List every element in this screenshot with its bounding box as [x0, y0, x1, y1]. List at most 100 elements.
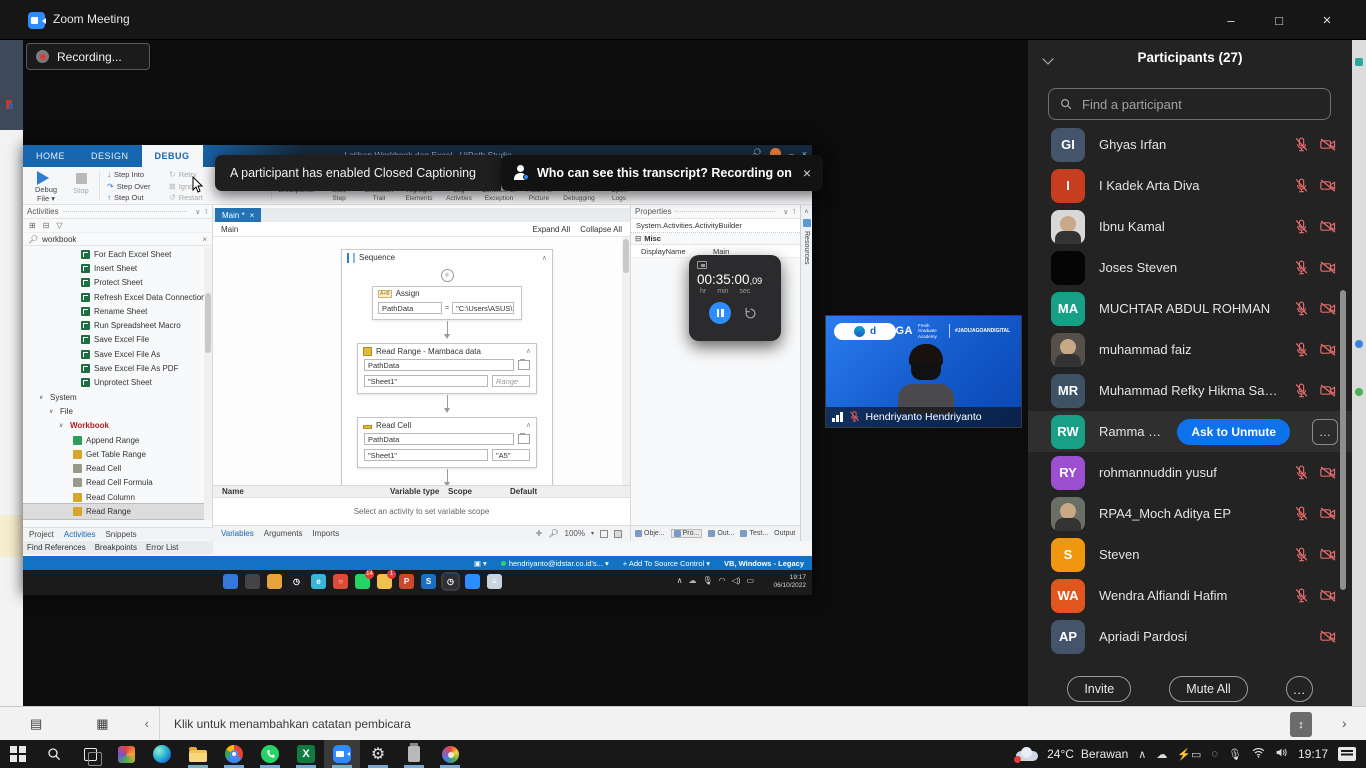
step-button-1[interactable]: ↓Step Into [107, 170, 150, 179]
participant-row[interactable]: RPA4_Moch Aditya EP [1028, 493, 1352, 534]
step-button-3[interactable]: ↑Step Out [107, 193, 150, 202]
participant-row[interactable]: Ibnu Kamal [1028, 206, 1352, 247]
panel-tab-snippets[interactable]: Snippets [105, 530, 136, 539]
clear-search-icon[interactable]: × [202, 235, 207, 244]
ribbon-tab-debug[interactable]: DEBUG [142, 145, 203, 167]
designer-tab-arguments[interactable]: Arguments [264, 529, 303, 538]
debug-file-button[interactable]: Debug File ▾ [31, 169, 61, 204]
taskbar-usb-app-icon[interactable] [396, 740, 432, 768]
clock-app-icon[interactable]: ◷ [289, 574, 304, 589]
participant-row[interactable]: GIGhyas Irfan [1028, 124, 1352, 165]
participant-row[interactable]: SSteven [1028, 534, 1352, 575]
panel-tab-activities[interactable]: Activities [64, 530, 96, 539]
tree-node-workbook[interactable]: ∨Workbook [23, 419, 205, 433]
participant-more-button[interactable]: … [1312, 419, 1338, 445]
explorer-icon[interactable] [267, 574, 282, 589]
next-icon[interactable]: › [1342, 715, 1347, 731]
clock[interactable]: 19:17 [1298, 747, 1328, 761]
onedrive-icon[interactable]: ☁ [1156, 748, 1167, 761]
shared-taskbar-clock[interactable]: 19:17 06/10/2022 [773, 574, 806, 591]
tray-chevron-icon[interactable]: ∧ [1138, 748, 1146, 761]
tree-item[interactable]: Read Column [23, 490, 205, 504]
normal-view-icon[interactable]: ▤ [30, 716, 42, 732]
dock-tab-out[interactable]: Out... [708, 530, 734, 537]
mute-all-button[interactable]: Mute All [1169, 676, 1247, 702]
weather-widget[interactable]: 24°C Berawan [1014, 747, 1128, 761]
browse-folder-icon[interactable] [518, 434, 530, 444]
collapse-icon[interactable]: ∧ [526, 421, 531, 429]
breadcrumb[interactable]: Main [221, 225, 238, 234]
tree-item[interactable]: Get Table Range [23, 447, 205, 461]
assign-value-field[interactable]: "C:\Users\ASUS\Dc [452, 302, 514, 314]
tree-item[interactable]: Save Excel File As PDF [23, 361, 205, 375]
timer-app-icon[interactable]: ◷ [443, 574, 458, 589]
maximize-button[interactable]: □ [1256, 0, 1302, 40]
add-activity-icon[interactable]: + [441, 269, 454, 282]
taskbar-media-app-icon[interactable] [108, 740, 144, 768]
dock-tab-obje[interactable]: Obje... [635, 530, 665, 537]
tree-node-file[interactable]: ∨File [23, 404, 205, 418]
participant-row[interactable]: RWRamma WiryawAsk to Unmute… [1028, 411, 1352, 452]
tree-item[interactable]: Insert Sheet [23, 261, 205, 275]
game-bar-icon[interactable]: ◌ [1211, 748, 1218, 760]
sequence-activity[interactable]: Sequence ∧ + A+B Assign PathData [341, 249, 553, 485]
notes-app-icon[interactable]: ≡ [487, 574, 502, 589]
workflow-canvas[interactable]: Sequence ∧ + A+B Assign PathData [213, 237, 622, 485]
stop-button[interactable]: Stop [69, 169, 93, 195]
participant-row[interactable]: WAWendra Alfiandi Hafim [1028, 575, 1352, 616]
taskbar-zoom-icon[interactable] [324, 740, 360, 768]
picture-in-picture-icon[interactable] [697, 261, 707, 269]
participant-row[interactable]: MRMuhammad Refky Hikma Sanja... [1028, 370, 1352, 411]
retry-button-3[interactable]: ↺Restart [169, 193, 203, 202]
taskbar-excel-icon[interactable]: X [288, 740, 324, 768]
invite-button[interactable]: Invite [1067, 676, 1131, 702]
onedrive-icon[interactable]: ☁ [688, 576, 696, 585]
participant-row[interactable]: MAMUCHTAR ABDUL ROHMAN [1028, 288, 1352, 329]
overview-icon[interactable] [614, 530, 622, 538]
close-button[interactable]: × [1304, 0, 1350, 40]
more-options-button[interactable]: … [1286, 676, 1313, 702]
misc-group[interactable]: ⊟Misc [631, 233, 800, 245]
read-cell-activity[interactable]: Read Cell ∧ PathData "Sheet1" "A5" [357, 417, 537, 468]
participant-row[interactable]: APApriadi Pardosi [1028, 616, 1352, 657]
dock-tab-test[interactable]: Test... [740, 530, 768, 537]
chrome-icon[interactable]: ○ [333, 574, 348, 589]
fit-to-screen-icon[interactable] [600, 530, 608, 538]
tree-node-system[interactable]: ∨System [23, 390, 205, 404]
designer-tab-variables[interactable]: Variables [221, 529, 254, 538]
tree-item[interactable]: Read Cell [23, 461, 205, 475]
pin-icon[interactable]: ⊺ [792, 208, 796, 216]
tree-item[interactable]: Unprotect Sheet [23, 376, 205, 390]
browser-profile-icon[interactable]: 1 [377, 574, 392, 589]
tree-item[interactable]: Save Excel File [23, 333, 205, 347]
activities-panel-header[interactable]: Activities ∨ ⊺ [23, 205, 212, 219]
volume-icon[interactable]: ◁) [732, 576, 741, 585]
tree-item[interactable]: Run Spreadsheet Macro [23, 318, 205, 332]
search-icon[interactable] [245, 574, 260, 589]
taskbar-start-icon[interactable] [0, 740, 36, 768]
close-banner-icon[interactable]: × [803, 165, 811, 181]
recording-indicator[interactable]: Recording... [26, 43, 150, 70]
step-button-2[interactable]: ↷Step Over [107, 182, 150, 191]
link-error-list[interactable]: Error List [146, 543, 178, 552]
pan-icon[interactable]: ✛ [536, 529, 543, 538]
whatsapp-icon[interactable]: 14 [355, 574, 370, 589]
account-status[interactable]: hendriyanto@idstar.co.id's... ▾ [501, 559, 609, 568]
taskbar-whatsapp-icon[interactable] [252, 740, 288, 768]
ribbon-tab-design[interactable]: DESIGN [78, 145, 142, 167]
link-breakpoints[interactable]: Breakpoints [95, 543, 137, 552]
workbook-path-field[interactable]: PathData [364, 359, 514, 371]
assign-activity[interactable]: A+B Assign PathData = "C:\Users\ASUS\Dc [372, 286, 522, 320]
collapse-icon[interactable]: ∨ [195, 208, 200, 216]
resize-notes-icon[interactable]: ↕ [1290, 712, 1312, 737]
minimize-button[interactable]: – [1208, 0, 1254, 40]
battery-icon[interactable]: ⚡▭ [1177, 748, 1201, 761]
s-app-icon[interactable]: S [421, 574, 436, 589]
resources-strip[interactable]: ∧ Resources [800, 205, 812, 541]
collapse-icon[interactable]: ∧ [526, 347, 531, 355]
range-field[interactable]: Range [492, 375, 530, 387]
video-tile[interactable]: d FGA Fresh Graduate Academy #JADIJAGOAN… [825, 315, 1022, 428]
taskbar-task-view-icon[interactable] [72, 740, 108, 768]
participant-row[interactable]: muhammad faiz [1028, 329, 1352, 370]
zoom-level[interactable]: 100% [565, 529, 585, 538]
